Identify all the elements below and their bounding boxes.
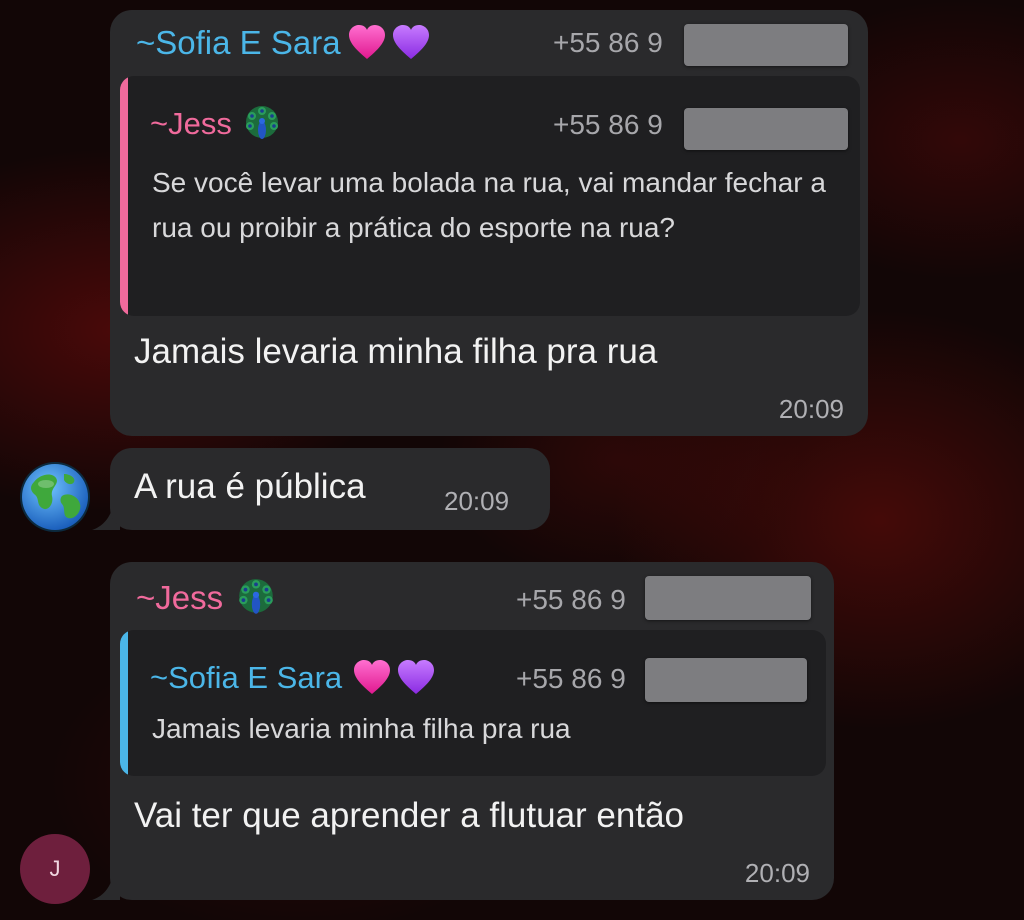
pink-heart-icon [347, 23, 387, 63]
quote-header: ~Sofia E Sara [150, 656, 436, 700]
message-time: 20:09 [444, 486, 510, 516]
message-time: 20:09 [778, 394, 844, 424]
avatar-jess[interactable]: J [20, 834, 90, 904]
message-text: Vai ter que aprender a flutuar então [134, 796, 685, 835]
message-bubble-globe[interactable]: A rua é pública 20:09 [110, 448, 550, 530]
quote-sender-name: ~Jess [150, 106, 232, 141]
redacted-phone-digits [645, 576, 811, 620]
quote-text: Jamais levaria minha filha pra rua [152, 713, 571, 744]
reply-quote[interactable]: ~Sofia E Sara +55 86 9 Jamais levaria mi… [120, 630, 826, 776]
message-text: A rua é pública [134, 467, 366, 506]
globe-icon [22, 464, 88, 530]
message-text: Jamais levaria minha filha pra rua [134, 332, 658, 371]
quote-text: Se você levar uma bolada na rua, vai man… [152, 167, 826, 243]
avatar-initial: J [49, 856, 61, 881]
message-time: 20:09 [744, 858, 810, 888]
message-bubble-jess[interactable]: ~Jess +55 86 9 ~Sofia E Sara +55 86 9 Ja… [110, 562, 834, 900]
avatar-globe[interactable] [20, 462, 90, 532]
pink-heart-icon [352, 658, 392, 698]
quote-header: ~Jess [150, 104, 282, 144]
quote-accent-bar [120, 76, 128, 316]
redacted-phone-digits [684, 108, 848, 150]
bubble-tail [92, 870, 120, 900]
peacock-icon [239, 579, 273, 614]
message-bubble-sofia[interactable]: ~Sofia E Sara +55 86 9 ~Jess +55 86 9 Se… [110, 10, 868, 436]
quote-sender-phone: +55 86 9 [553, 109, 663, 140]
sender-phone: +55 86 9 [553, 27, 663, 58]
purple-heart-icon [396, 658, 436, 698]
redacted-phone-digits [684, 24, 848, 66]
redacted-phone-digits [645, 658, 807, 702]
sender-name[interactable]: ~Sofia E Sara [136, 24, 341, 62]
quote-sender-name: ~Sofia E Sara [150, 660, 343, 695]
sender-phone: +55 86 9 [516, 584, 626, 615]
quote-sender-phone: +55 86 9 [516, 663, 626, 694]
reply-quote[interactable]: ~Jess +55 86 9 Se você levar uma bolada … [120, 76, 860, 316]
purple-heart-icon [391, 23, 431, 63]
peacock-icon [245, 106, 278, 139]
quote-accent-bar [120, 630, 128, 776]
sender-name[interactable]: ~Jess [136, 579, 223, 617]
